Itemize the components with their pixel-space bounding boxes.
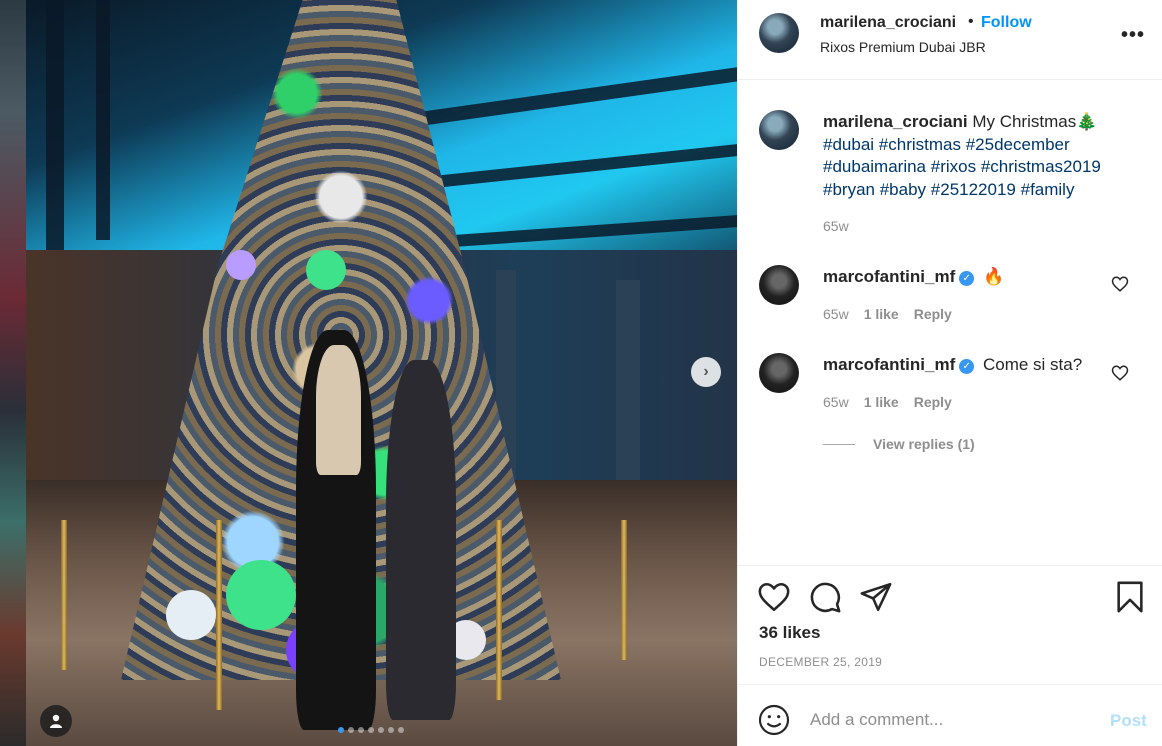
hashtag-link[interactable]: #25december bbox=[966, 135, 1070, 154]
caption-hashtags: #dubai #christmas #25december #dubaimari… bbox=[823, 135, 1101, 199]
stanchion-post bbox=[216, 520, 222, 710]
heart-icon[interactable] bbox=[757, 580, 791, 614]
stanchion-post bbox=[621, 520, 627, 660]
commenter-avatar[interactable] bbox=[759, 353, 799, 393]
more-options-icon[interactable]: ••• bbox=[1121, 24, 1145, 47]
hashtag-link[interactable]: #bryan bbox=[823, 180, 875, 199]
ornament bbox=[226, 560, 296, 630]
follow-button[interactable]: Follow bbox=[981, 14, 1032, 32]
stanchion-post bbox=[61, 520, 67, 670]
carousel-dot bbox=[398, 727, 404, 733]
comment-username[interactable]: marcofantini_mf bbox=[823, 355, 955, 374]
caption-username[interactable]: marilena_crociani bbox=[823, 112, 968, 131]
carousel-indicator bbox=[338, 727, 404, 733]
post-photo[interactable]: › bbox=[26, 0, 737, 746]
person-child bbox=[316, 345, 361, 475]
caption-text: My Christmas🎄 bbox=[972, 112, 1098, 131]
header-separator: • bbox=[968, 13, 974, 30]
background-feed-edge bbox=[0, 0, 26, 746]
commenter-avatar[interactable] bbox=[759, 265, 799, 305]
author-username[interactable]: marilena_crociani bbox=[820, 14, 956, 32]
hashtag-link[interactable]: #dubaimarina bbox=[823, 157, 926, 176]
comment-reply-button[interactable]: Reply bbox=[914, 306, 952, 322]
post-comment-button[interactable]: Post bbox=[1110, 711, 1147, 731]
carousel-dot bbox=[338, 727, 344, 733]
comment-likes[interactable]: 1 like bbox=[864, 394, 899, 410]
comment-text: 🔥 bbox=[982, 267, 1005, 286]
stanchion-post bbox=[496, 520, 502, 700]
hashtag-link[interactable]: #baby bbox=[880, 180, 926, 199]
hashtag-link[interactable]: #family bbox=[1021, 180, 1075, 199]
ornament bbox=[226, 250, 256, 280]
view-replies-label: View replies (1) bbox=[873, 436, 975, 452]
comment-reply-button[interactable]: Reply bbox=[914, 394, 952, 410]
smile-icon[interactable] bbox=[758, 704, 790, 736]
photo-column bbox=[46, 0, 64, 260]
post-actions-bar bbox=[738, 565, 1162, 625]
comment-icon[interactable] bbox=[808, 580, 842, 614]
chevron-right-icon: › bbox=[703, 363, 709, 380]
comment-like-heart-icon[interactable] bbox=[1111, 364, 1129, 382]
instagram-post-modal: › marilena_crociani • Follow Rixos Premi… bbox=[0, 0, 1162, 746]
carousel-dot bbox=[348, 727, 354, 733]
comment-likes[interactable]: 1 like bbox=[864, 306, 899, 322]
photo-column bbox=[96, 0, 110, 240]
location-link[interactable]: Rixos Premium Dubai JBR bbox=[820, 39, 986, 55]
comment-text: Come si sta? bbox=[982, 355, 1083, 374]
ornament bbox=[306, 250, 346, 290]
carousel-dot bbox=[388, 727, 394, 733]
carousel-next-button[interactable]: › bbox=[691, 357, 721, 387]
hashtag-link[interactable]: #christmas2019 bbox=[981, 157, 1101, 176]
caption-timestamp[interactable]: 65w bbox=[823, 218, 849, 234]
comment-meta: 65w 1 like Reply bbox=[823, 306, 952, 322]
verified-badge-icon: ✓ bbox=[959, 359, 975, 374]
comment-timestamp[interactable]: 65w bbox=[823, 394, 849, 410]
likes-count[interactable]: 36 likes bbox=[759, 623, 820, 643]
carousel-dot bbox=[368, 727, 374, 733]
view-replies-button[interactable]: View replies (1) bbox=[823, 436, 975, 452]
hashtag-link[interactable]: #rixos bbox=[931, 157, 976, 176]
comment-username[interactable]: marcofantini_mf bbox=[823, 267, 955, 286]
post-caption: marilena_crociani My Christmas🎄 #dubai #… bbox=[823, 111, 1143, 201]
hashtag-link[interactable]: #christmas bbox=[879, 135, 961, 154]
ornament bbox=[166, 590, 216, 640]
comment-timestamp[interactable]: 65w bbox=[823, 306, 849, 322]
comment: marcofantini_mf ✓ Come si sta? bbox=[823, 355, 1082, 375]
caption-author-avatar[interactable] bbox=[759, 110, 799, 150]
post-side-panel: marilena_crociani • Follow Rixos Premium… bbox=[737, 0, 1162, 746]
share-icon[interactable] bbox=[859, 580, 893, 614]
author-avatar[interactable] bbox=[759, 13, 799, 53]
replies-divider bbox=[823, 443, 855, 445]
comment-like-heart-icon[interactable] bbox=[1111, 275, 1129, 293]
carousel-dot bbox=[358, 727, 364, 733]
person-woman bbox=[386, 360, 456, 720]
add-comment-bar: Post bbox=[738, 684, 1162, 746]
post-date[interactable]: DECEMBER 25, 2019 bbox=[759, 655, 882, 669]
post-header: marilena_crociani • Follow Rixos Premium… bbox=[738, 0, 1162, 80]
hashtag-link[interactable]: #25122019 bbox=[931, 180, 1016, 199]
hashtag-link[interactable]: #dubai bbox=[823, 135, 874, 154]
comment: marcofantini_mf ✓ 🔥 bbox=[823, 267, 1004, 287]
verified-badge-icon: ✓ bbox=[959, 271, 975, 286]
bookmark-icon[interactable] bbox=[1113, 580, 1147, 614]
carousel-dot bbox=[378, 727, 384, 733]
user-tag-icon bbox=[50, 714, 62, 728]
comment-meta: 65w 1 like Reply bbox=[823, 394, 952, 410]
comment-input[interactable] bbox=[810, 705, 1090, 735]
user-tag-button[interactable] bbox=[40, 705, 72, 737]
